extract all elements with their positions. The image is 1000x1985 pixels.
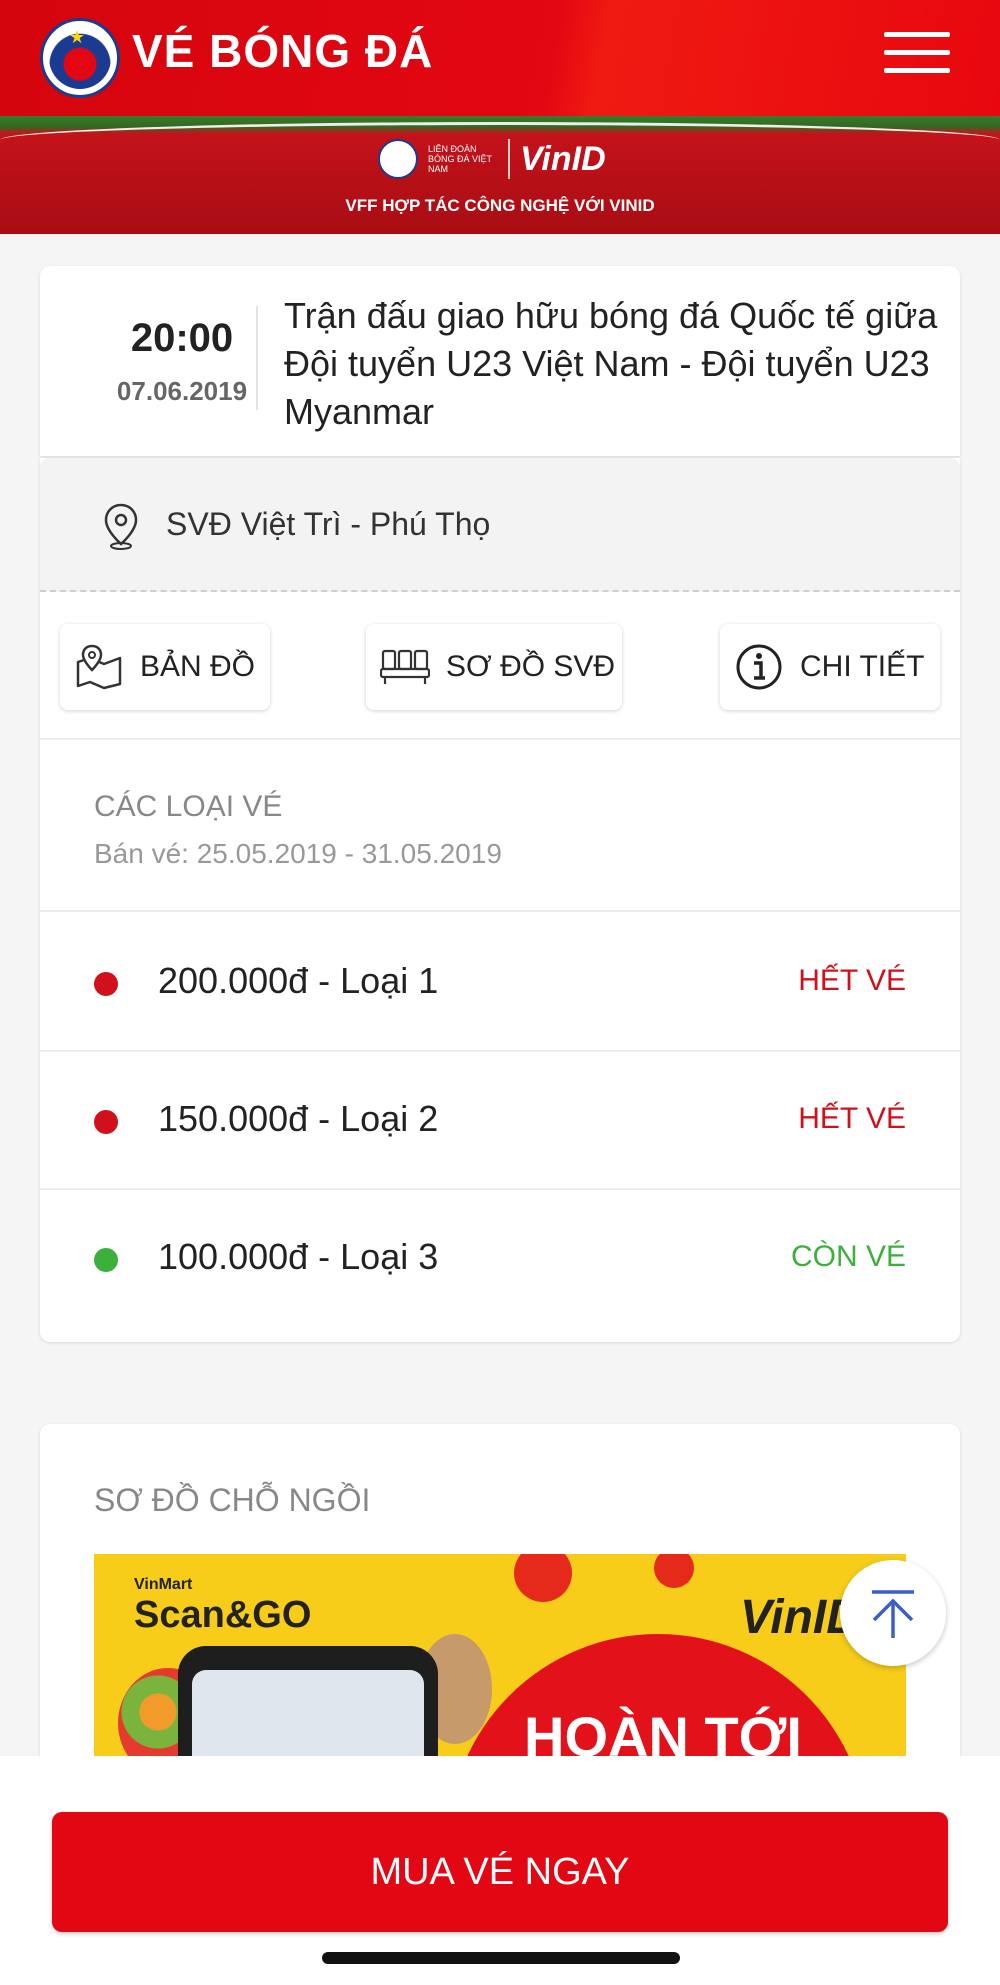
seat-map-title: SƠ ĐỒ CHỖ NGỒI bbox=[94, 1482, 371, 1518]
ticket-status: HẾT VÉ bbox=[798, 1102, 906, 1135]
status-dot bbox=[94, 1110, 118, 1134]
detail-button[interactable]: CHI TIẾT bbox=[720, 624, 940, 710]
arrow-up-icon bbox=[872, 1590, 914, 1638]
ticket-status: CÒN VÉ bbox=[790, 1240, 906, 1273]
vinid-logo: VinID bbox=[520, 139, 606, 178]
banner-caption: VFF HỢP TÁC CÔNG NGHỆ VỚI VINID bbox=[345, 196, 655, 215]
stadium-map-button[interactable]: SƠ ĐỒ SVĐ bbox=[366, 624, 622, 710]
match-title: Trận đấu giao hữu bóng đá Quốc tế giữa Đ… bbox=[284, 295, 938, 432]
match-info-card: SVĐ Việt Trì - Phú Thọ BẢN ĐỒ SƠ ĐỒ SVĐ bbox=[40, 458, 960, 1342]
match-date: 07.06.2019 bbox=[116, 376, 248, 406]
location-pin-icon bbox=[104, 503, 138, 550]
venue-name: SVĐ Việt Trì - Phú Thọ bbox=[166, 506, 491, 542]
ticket-types-header: CÁC LOẠI VÉ Bán vé: 25.05.2019 - 31.05.2… bbox=[40, 742, 960, 912]
seats-icon bbox=[380, 649, 430, 684]
seat-map-image[interactable]: VinMart Scan&GO HOÀN TỚI VinID bbox=[94, 1554, 906, 1784]
vff-badge-icon bbox=[378, 139, 418, 179]
sale-period: Bán vé: 25.05.2019 - 31.05.2019 bbox=[94, 838, 502, 869]
ticket-row[interactable]: 100.000đ - Loại 3 CÒN VÉ bbox=[40, 1190, 960, 1328]
match-card: 20:00 07.06.2019 Trận đấu giao hữu bóng … bbox=[40, 266, 960, 456]
venue-row: SVĐ Việt Trì - Phú Thọ bbox=[40, 458, 960, 592]
map-button[interactable]: BẢN ĐỒ bbox=[60, 624, 270, 710]
ticket-row[interactable]: 200.000đ - Loại 1 HẾT VÉ bbox=[40, 914, 960, 1052]
app-header: ★ VÉ BÓNG ĐÁ bbox=[0, 0, 1000, 116]
match-time: 20:00 bbox=[130, 316, 234, 360]
action-buttons: BẢN ĐỒ SƠ ĐỒ SVĐ CHI TIẾT bbox=[40, 594, 960, 740]
ticket-name: 150.000đ - Loại 2 bbox=[158, 1098, 439, 1139]
home-indicator bbox=[322, 1952, 680, 1964]
status-dot bbox=[94, 972, 118, 996]
ad-brand-scan-go: VinMart Scan&GO bbox=[134, 1576, 312, 1636]
status-dot bbox=[94, 1248, 118, 1272]
map-button-label: BẢN ĐỒ bbox=[140, 650, 256, 683]
vff-logo: ★ bbox=[40, 18, 120, 98]
info-icon bbox=[736, 644, 782, 690]
ticket-name: 200.000đ - Loại 1 bbox=[158, 960, 439, 1001]
map-icon bbox=[76, 644, 122, 690]
ticket-name: 100.000đ - Loại 3 bbox=[158, 1236, 439, 1277]
stadium-map-button-label: SƠ ĐỒ SVĐ bbox=[446, 650, 616, 683]
brand-title: VÉ BÓNG ĐÁ bbox=[132, 25, 434, 77]
buy-ticket-button[interactable]: MUA VÉ NGAY bbox=[52, 1812, 948, 1932]
bottom-bar: MUA VÉ NGAY bbox=[0, 1756, 1000, 1985]
detail-button-label: CHI TIẾT bbox=[800, 650, 925, 683]
ticket-types-title: CÁC LOẠI VÉ bbox=[94, 790, 283, 823]
partner-banner: LIÊN ĐOÀN BÓNG ĐÁ VIỆT NAM VinID VFF HỢP… bbox=[0, 116, 1000, 234]
ticket-row[interactable]: 150.000đ - Loại 2 HẾT VÉ bbox=[40, 1052, 960, 1190]
ticket-status: HẾT VÉ bbox=[798, 964, 906, 997]
hamburger-menu-icon[interactable] bbox=[884, 30, 954, 78]
vff-org-text: LIÊN ĐOÀN BÓNG ĐÁ VIỆT NAM bbox=[428, 144, 492, 174]
scroll-to-top-button[interactable] bbox=[840, 1560, 946, 1666]
